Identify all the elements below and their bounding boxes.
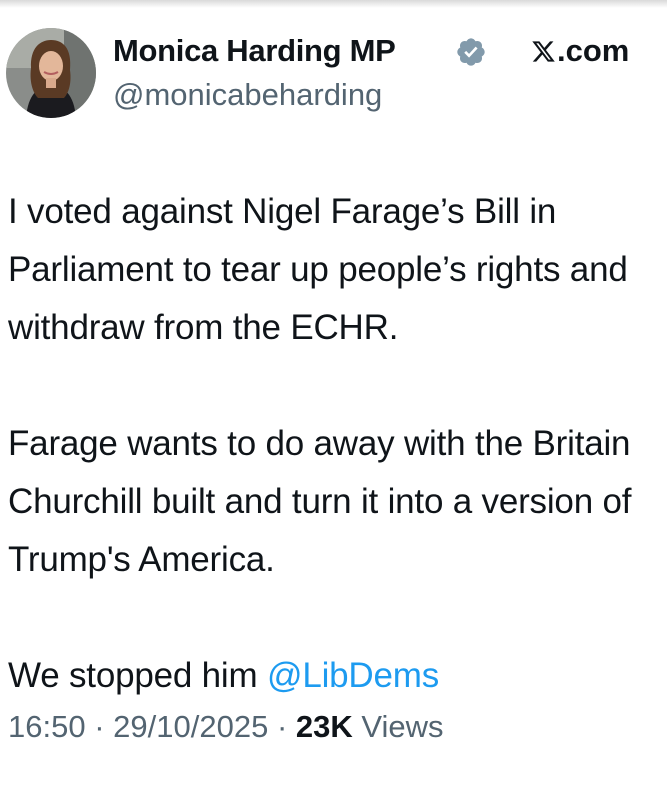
meta-separator: · bbox=[94, 709, 105, 744]
display-name[interactable]: Monica Harding MP bbox=[113, 32, 396, 70]
avatar[interactable] bbox=[6, 28, 96, 118]
tweet-paragraph: Farage wants to do away with the Britain… bbox=[8, 424, 632, 579]
author-handle[interactable]: @monicabeharding bbox=[113, 76, 382, 114]
tweet-paragraph: We stopped him @LibDems bbox=[8, 647, 658, 705]
mention-link[interactable]: @LibDems bbox=[267, 656, 439, 695]
avatar-image bbox=[6, 28, 96, 118]
x-brand: .com bbox=[531, 32, 629, 70]
tweet-paragraph-text: We stopped him bbox=[8, 656, 267, 695]
x-brand-label: .com bbox=[557, 33, 630, 68]
tweet-text: I voted against Nigel Farage’s Bill in P… bbox=[8, 183, 658, 705]
x-logo-icon bbox=[532, 40, 555, 62]
tweet-paragraph: I voted against Nigel Farage’s Bill in P… bbox=[8, 192, 628, 347]
tweet-date[interactable]: 29/10/2025 bbox=[113, 709, 268, 744]
tweet-meta: 16:50 · 29/10/2025 · 23K Views bbox=[8, 705, 444, 749]
tweet-time[interactable]: 16:50 bbox=[8, 709, 86, 744]
top-shade bbox=[0, 0, 667, 8]
views-label: Views bbox=[361, 709, 444, 744]
verified-badge-icon bbox=[457, 38, 485, 66]
views-count: 23K bbox=[295, 709, 353, 744]
meta-separator: · bbox=[276, 709, 288, 744]
